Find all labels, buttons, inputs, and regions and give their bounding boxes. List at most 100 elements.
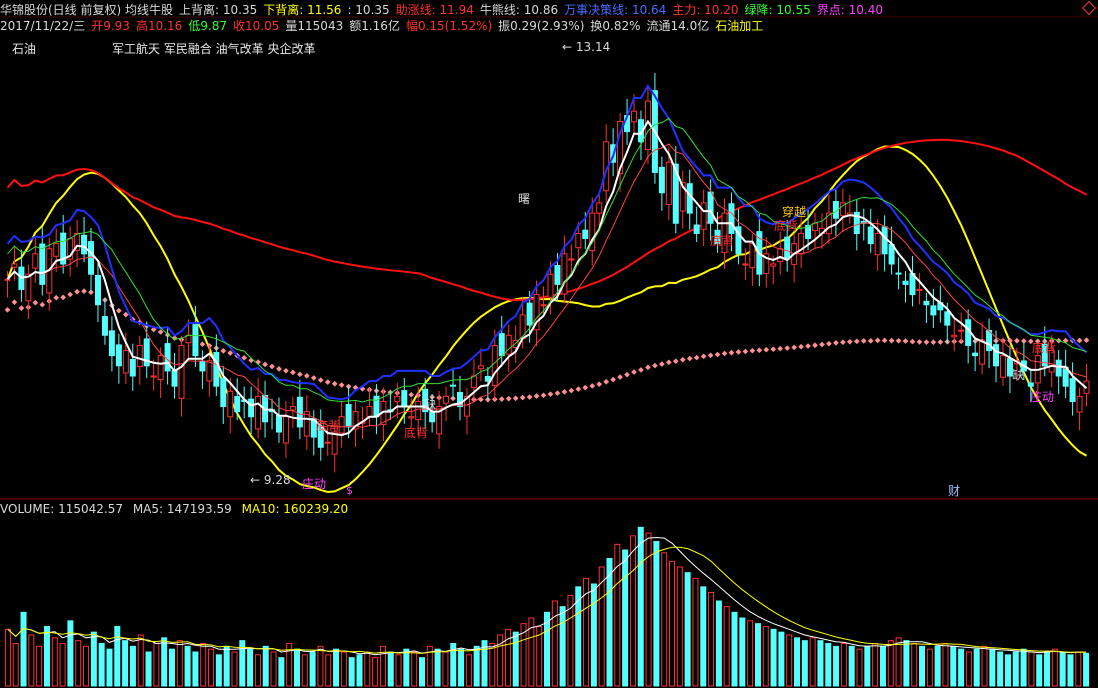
- signal-zhuangdong: 庄动: [1030, 390, 1055, 404]
- pink-dot: [568, 387, 575, 394]
- candle-body: [122, 350, 129, 374]
- candle-body: [129, 358, 136, 377]
- candle-body: [519, 314, 526, 340]
- volume-bar: [583, 577, 590, 687]
- candle-body: [450, 384, 457, 387]
- volume-bar: [293, 648, 300, 687]
- candle-body: [289, 406, 296, 411]
- pink-dot: [324, 379, 331, 385]
- candle-body: [547, 273, 554, 298]
- volume-bar: [372, 657, 379, 687]
- volume-bar: [98, 643, 105, 687]
- volume-bar: [637, 526, 644, 687]
- pink-dot: [777, 345, 784, 352]
- pink-dot: [519, 394, 526, 401]
- candle-body: [700, 202, 707, 230]
- signal-dibei-1: 底背: [316, 419, 341, 433]
- yellow-band-line: [6, 145, 1088, 494]
- volume-bar: [458, 648, 465, 687]
- candle-body: [944, 311, 951, 326]
- candle-body: [213, 352, 220, 387]
- pink-dot: [798, 343, 804, 350]
- volume-bar: [192, 651, 199, 687]
- volume-bar: [731, 611, 738, 687]
- candle-body: [658, 166, 665, 194]
- volume-bar: [934, 645, 941, 687]
- pink-dot: [554, 390, 561, 397]
- volume-bar: [817, 640, 824, 687]
- volume-bar: [434, 648, 441, 687]
- candle-body: [582, 229, 589, 240]
- pink-dot: [728, 349, 735, 356]
- candle-body: [192, 323, 199, 357]
- line1-item-8: 绿降: 10.55: [744, 3, 811, 17]
- stock-chart[interactable]: [0, 0, 1098, 688]
- volume-bar: [981, 645, 988, 687]
- pink-dot: [707, 352, 714, 359]
- pink-dot: [596, 381, 603, 387]
- volume-bar: [1012, 651, 1019, 687]
- candle-body: [234, 396, 241, 413]
- pink-dot: [791, 344, 797, 351]
- candle-body: [443, 395, 450, 404]
- pink-dot: [784, 345, 791, 351]
- candle-body: [324, 441, 331, 444]
- candle-body: [999, 355, 1006, 378]
- volume-bar: [989, 648, 996, 687]
- candle-body: [526, 302, 533, 326]
- pink-dot: [297, 371, 303, 378]
- volume-bar: [676, 566, 683, 687]
- candle-body: [206, 360, 213, 382]
- volume-bar: [559, 606, 566, 687]
- candle-body: [11, 263, 18, 268]
- volume-bar: [1083, 652, 1090, 687]
- volume-bar: [411, 651, 418, 687]
- pink-dot: [338, 382, 345, 388]
- volume-bar: [692, 577, 699, 687]
- dollar-marker: $: [346, 484, 353, 497]
- candle-body: [227, 390, 234, 418]
- candle-body: [631, 110, 638, 123]
- candle-body: [596, 202, 603, 214]
- pink-dot: [679, 356, 686, 363]
- candle-body: [993, 344, 1000, 367]
- pink-dot: [276, 366, 282, 372]
- pink-dot: [331, 380, 338, 387]
- pink-dot: [547, 391, 554, 398]
- pink-dot: [833, 340, 839, 346]
- volume-bar: [965, 651, 972, 687]
- pink-dot: [742, 348, 749, 355]
- pink-dot: [81, 288, 87, 294]
- volume-bar: [223, 645, 230, 687]
- volume-bar: [715, 600, 722, 687]
- volume-bar: [747, 620, 754, 687]
- line1-item-2: 下背离: 11.56: [263, 3, 342, 17]
- volume-bar: [418, 657, 425, 687]
- pink-dot: [665, 359, 672, 366]
- pink-dot: [11, 299, 18, 306]
- concept-tags: 军工航天 军民融合 油气改革 央企改革: [112, 42, 316, 56]
- pink-dot: [923, 339, 930, 345]
- volume-bar: [348, 657, 355, 687]
- candle-body: [220, 377, 227, 408]
- candle-body: [366, 406, 373, 418]
- volume-bar: [512, 631, 519, 687]
- volume-bar: [879, 645, 886, 687]
- volume-bar: [872, 643, 879, 687]
- volume-bar: [997, 651, 1004, 687]
- volume-bar: [1059, 651, 1066, 687]
- volume-header: VOLUME: 115042.57 MA5: 147193.59 MA10: 1…: [0, 502, 354, 516]
- volume-bar: [51, 637, 58, 687]
- candle-body: [429, 411, 436, 423]
- candle-body: [401, 390, 408, 408]
- candle-body: [1076, 395, 1083, 413]
- pink-dot: [888, 337, 895, 344]
- pink-dot: [749, 347, 756, 354]
- volume-bar: [387, 651, 394, 687]
- candle-body: [108, 330, 115, 357]
- volume-bar: [43, 626, 50, 687]
- pink-dot: [408, 391, 415, 398]
- pink-dot: [505, 395, 512, 402]
- pink-dot: [262, 361, 268, 368]
- pink-dot: [526, 394, 533, 400]
